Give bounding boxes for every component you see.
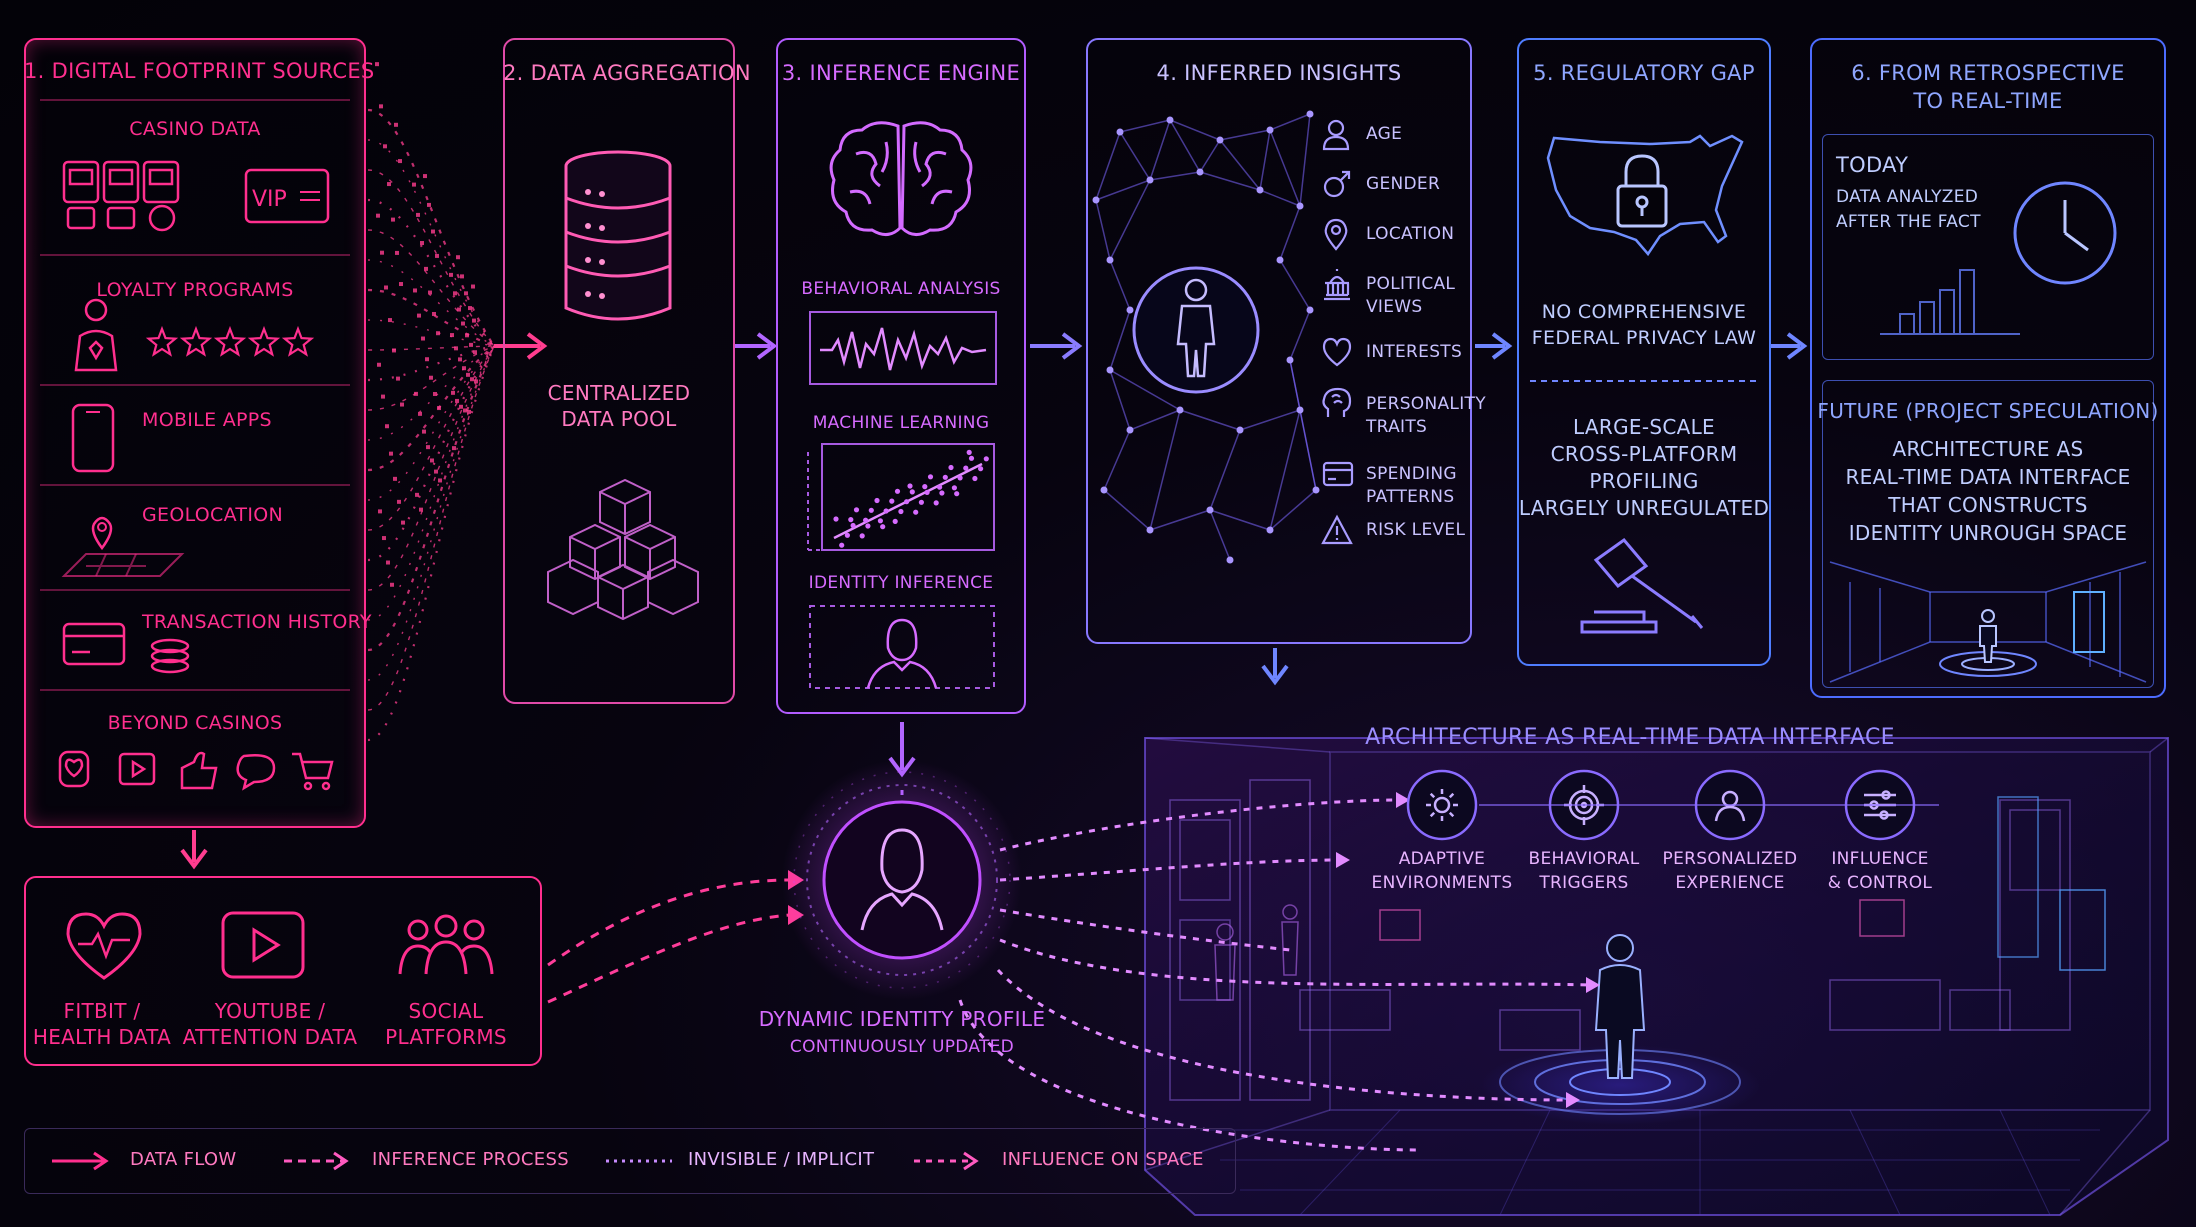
heart-icon: [1322, 337, 1352, 367]
infographic-canvas: 1. DIGITAL FOOTPRINT SOURCES CASINO DATA…: [0, 0, 2196, 1227]
youtube-label-2: ATTENTION DATA: [182, 1025, 358, 1049]
beyond-casinos-icons: [58, 750, 334, 791]
future-title: FUTURE (PROJECT SPECULATION): [1817, 399, 2159, 423]
warning-icon: [1321, 514, 1353, 545]
gender-icon: [1323, 170, 1351, 198]
cross-platform-label: CROSS-PLATFORM: [1550, 442, 1738, 466]
sun-settings-icon: [1406, 769, 1478, 841]
credit-card-icon: [1322, 461, 1354, 487]
legend-influence: INFLUENCE ON SPACE: [1002, 1149, 1204, 1170]
insight-label-line2: PATTERNS: [1366, 487, 1455, 507]
future-line2: REAL-TIME DATA INTERFACE: [1845, 465, 2131, 489]
panel6-title-line2: TO REAL-TIME: [1913, 89, 2063, 113]
capitol-building-icon: [1324, 269, 1350, 301]
video-play-icon: [221, 911, 305, 979]
architecture-connector: [1479, 804, 1939, 806]
data-cubes-icon: [547, 478, 699, 621]
brain-icon: [829, 121, 973, 236]
person-icon: [1322, 119, 1350, 151]
profiling-label: PROFILING: [1589, 469, 1699, 493]
inference-network-graph: [1092, 110, 1320, 564]
architecture-item-label-line2: ENVIRONMENTS: [1371, 873, 1513, 893]
casino-data-label: CASINO DATA: [129, 118, 261, 140]
no-comprehensive-label: NO COMPREHENSIVE: [1541, 301, 1747, 323]
social-label-1: SOCIAL: [408, 999, 484, 1023]
map-pin-icon: [61, 516, 185, 577]
legend-data-flow: DATA FLOW: [130, 1149, 237, 1170]
fitbit-label-1: FITBIT /: [63, 999, 141, 1023]
bar-growth-icon: [1880, 269, 2020, 335]
insight-label: PERSONALITY: [1366, 394, 1486, 414]
identity-inference-label: IDENTITY INFERENCE: [808, 573, 994, 593]
future-room-illustration: [1829, 561, 2147, 683]
database-stack-icon: [564, 150, 672, 321]
insight-label: RISK LEVEL: [1366, 520, 1466, 540]
insight-label-line2: TRAITS: [1366, 417, 1428, 437]
vip-card-icon: VIP: [244, 168, 330, 224]
centralized-label: CENTRALIZED: [547, 381, 691, 405]
usa-lock-icon: [1546, 134, 1744, 257]
data-pool-label: DATA POOL: [561, 407, 677, 431]
architecture-item-label: ADAPTIVE: [1398, 849, 1486, 869]
insight-label: AGE: [1366, 124, 1403, 144]
panel2-title: 2. DATA AGGREGATION: [503, 61, 751, 85]
scatter-plot-icon: [807, 443, 995, 551]
today-desc-line2: AFTER THE FACT: [1836, 212, 1981, 232]
waveform-chart-icon: [809, 311, 997, 385]
vip-text: VIP: [252, 187, 287, 212]
insight-label-line2: VIEWS: [1366, 297, 1423, 317]
dynamic-profile-label: DYNAMIC IDENTITY PROFILE: [758, 1007, 1046, 1031]
gavel-icon: [1580, 537, 1704, 634]
insight-label: GENDER: [1366, 174, 1441, 194]
architecture-item-label: PERSONALIZED: [1662, 849, 1798, 869]
slot-machine-icon: [62, 160, 180, 232]
insight-label: POLITICAL: [1366, 274, 1456, 294]
machine-learning-label: MACHINE LEARNING: [812, 413, 990, 433]
panel4-title: 4. INFERRED INSIGHTS: [1156, 61, 1402, 85]
panel5-title: 5. REGULATORY GAP: [1533, 61, 1755, 85]
brain-head-icon: [1322, 387, 1352, 417]
legend-inference: INFERENCE PROCESS: [372, 1149, 569, 1170]
location-pin-icon: [1324, 218, 1348, 251]
architecture-item-label: INFLUENCE: [1831, 849, 1929, 869]
behavioral-analysis-label: BEHAVIORAL ANALYSIS: [801, 279, 1001, 299]
clock-icon: [2013, 181, 2117, 285]
beyond-casinos-label: BEYOND CASINOS: [107, 712, 283, 734]
architecture-item-label-line2: & CONTROL: [1827, 873, 1933, 893]
smartphone-icon: [71, 403, 115, 473]
legend-invisible: INVISIBLE / IMPLICIT: [688, 1149, 875, 1170]
federal-privacy-label: FEDERAL PRIVACY LAW: [1531, 327, 1757, 349]
architecture-item-label: BEHAVIORAL: [1528, 849, 1640, 869]
architecture-item-label-line2: TRIGGERS: [1539, 873, 1629, 893]
fitbit-label-2: HEALTH DATA: [32, 1025, 172, 1049]
today-desc-line1: DATA ANALYZED: [1836, 187, 1979, 207]
future-line1: ARCHITECTURE AS: [1892, 437, 2084, 461]
panel3-title: 3. INFERENCE ENGINE: [781, 61, 1021, 85]
continuously-updated-label: CONTINUOUSLY UPDATED: [789, 1037, 1015, 1057]
today-label: TODAY: [1836, 153, 1909, 177]
data-fan-lines: [367, 62, 496, 742]
credit-card-coins-icon: [62, 622, 190, 674]
largely-unregulated-label: LARGELY UNREGULATED: [1518, 496, 1770, 520]
architecture-title: ARCHITECTURE AS REAL-TIME DATA INTERFACE: [1365, 725, 1895, 750]
large-scale-label: LARGE-SCALE: [1573, 415, 1715, 439]
insight-label: INTERESTS: [1366, 342, 1463, 362]
loyalty-member-icon: [74, 298, 118, 372]
insight-label: SPENDING: [1366, 464, 1457, 484]
youtube-label-1: YOUTUBE /: [214, 999, 326, 1023]
social-label-2: PLATFORMS: [385, 1025, 507, 1049]
regulatory-divider: [1530, 380, 1758, 382]
five-stars-icon: [145, 325, 315, 357]
mobile-apps-label: MOBILE APPS: [142, 409, 272, 431]
panel1-title: 1. DIGITAL FOOTPRINT SOURCES: [24, 59, 375, 83]
identity-silhouette-icon: [809, 605, 995, 689]
insight-label: LOCATION: [1366, 224, 1455, 244]
architecture-item-label-line2: EXPERIENCE: [1675, 873, 1785, 893]
social-group-icon: [398, 914, 494, 975]
panel6-title-line1: 6. FROM RETROSPECTIVE: [1851, 61, 2125, 85]
future-line4: IDENTITY UNROUGH SPACE: [1848, 521, 2128, 545]
heart-rate-icon: [66, 912, 142, 980]
future-line3: THAT CONSTRUCTS: [1888, 493, 2088, 517]
